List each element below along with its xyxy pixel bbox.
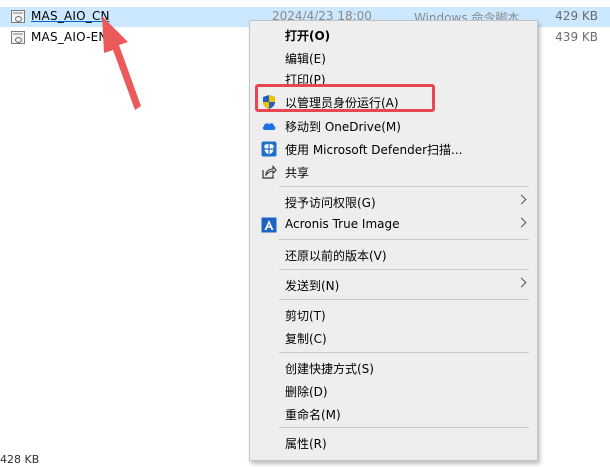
menu-separator [279,269,529,270]
chevron-right-icon [516,217,527,228]
menu-item-send-to[interactable]: 发送到(N) [252,274,535,296]
file-name: MAS_AIO-EN [31,30,108,44]
annotation-highlight-box [255,84,435,112]
menu-item-label: 还原以前的版本(V) [285,249,387,263]
file-name: MAS_AIO_CN [31,9,110,23]
file-size: 429 KB [555,9,598,23]
menu-item-properties[interactable]: 属性(R) [252,432,535,454]
menu-item-acronis[interactable]: Acronis True Image [252,214,535,236]
menu-separator [279,186,529,187]
menu-item-label: 共享 [285,166,310,180]
menu-separator [279,352,529,353]
acronis-icon [261,217,277,233]
menu-item-label: 创建快捷方式(S) [285,362,374,376]
menu-item-label: Acronis True Image [285,217,400,231]
menu-item-label: 删除(D) [285,385,328,399]
menu-item-copy[interactable]: 复制(C) [252,327,535,349]
chevron-right-icon [516,277,527,288]
menu-item-edit[interactable]: 编辑(E) [252,47,535,69]
menu-item-label: 移动到 OneDrive(M) [285,120,401,134]
file-size: 439 KB [555,30,598,44]
batch-file-icon [11,10,25,23]
menu-separator [279,299,529,300]
chevron-right-icon [516,194,527,205]
menu-item-label: 复制(C) [285,332,327,346]
menu-item-label: 使用 Microsoft Defender扫描... [285,143,463,157]
menu-item-restore-previous[interactable]: 还原以前的版本(V) [252,244,535,266]
menu-item-cut[interactable]: 剪切(T) [252,304,535,326]
share-icon [262,165,277,179]
menu-item-delete[interactable]: 删除(D) [252,380,535,402]
menu-item-label: 剪切(T) [285,309,326,323]
batch-file-icon [11,31,25,44]
onedrive-cloud-icon [262,123,276,130]
menu-item-move-onedrive[interactable]: 移动到 OneDrive(M) [252,115,535,137]
menu-item-label: 属性(R) [285,437,327,451]
menu-separator [279,427,529,428]
menu-item-open[interactable]: 打开(O) [252,24,535,46]
status-bar-size: 428 KB [0,453,40,466]
menu-item-label: 编辑(E) [285,52,326,66]
menu-item-label: 打开(O) [285,29,331,43]
menu-item-create-shortcut[interactable]: 创建快捷方式(S) [252,357,535,379]
menu-item-label: 重命名(M) [285,408,341,422]
menu-item-label: 授予访问权限(G) [285,196,376,210]
defender-shield-icon [261,141,277,157]
menu-item-share[interactable]: 共享 [252,161,535,183]
menu-item-label: 发送到(N) [285,279,340,293]
menu-item-grant-access[interactable]: 授予访问权限(G) [252,191,535,213]
menu-item-defender-scan[interactable]: 使用 Microsoft Defender扫描... [252,138,535,160]
menu-separator [279,239,529,240]
menu-item-rename[interactable]: 重命名(M) [252,403,535,425]
